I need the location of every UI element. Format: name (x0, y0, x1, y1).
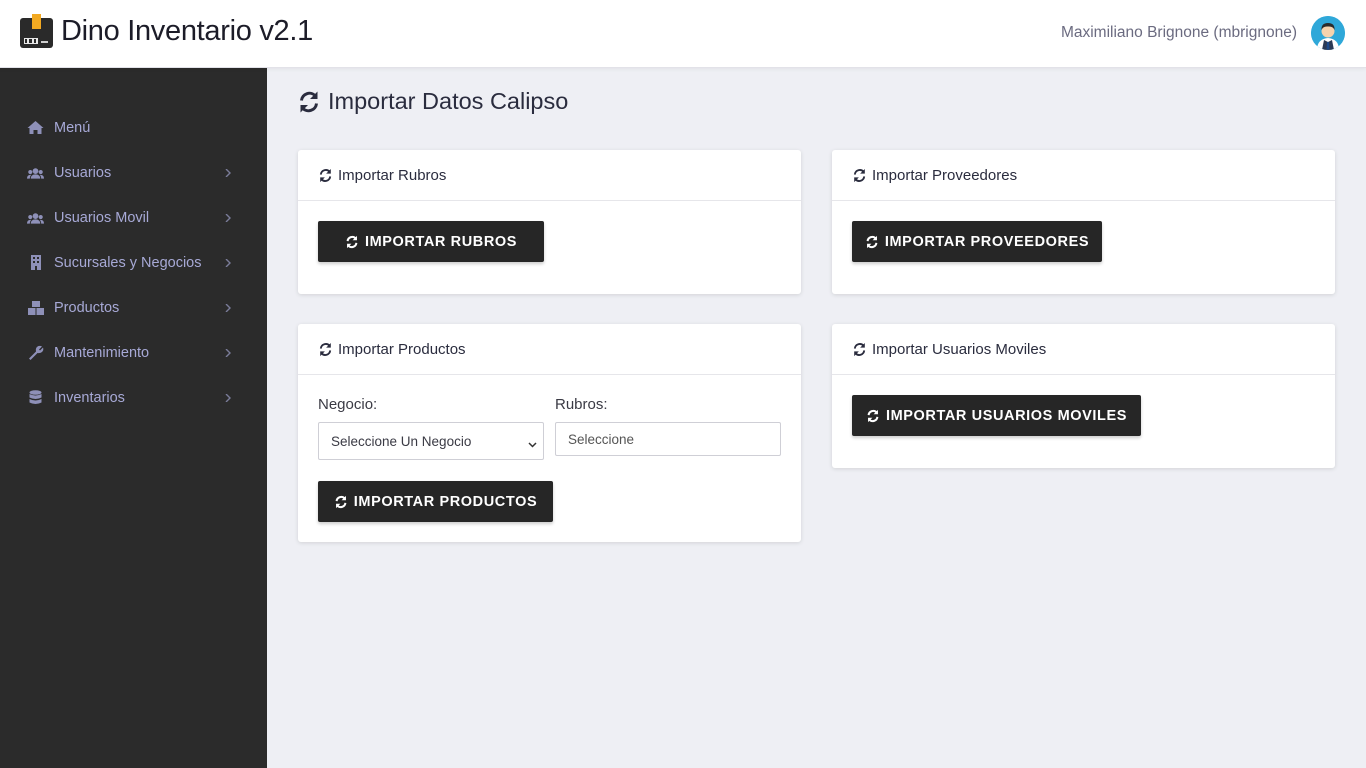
form-row: Negocio: Seleccione Un Negocio Rubros: S… (318, 396, 781, 460)
sidebar-item-label: Mantenimiento (54, 344, 150, 361)
sidebar-item-usuarios[interactable]: Usuarios (0, 150, 267, 195)
avatar[interactable] (1311, 16, 1345, 50)
sidebar-item-label: Sucursales y Negocios (54, 254, 202, 271)
users-icon (27, 209, 44, 226)
card-body: IMPORTAR RUBROS (298, 201, 801, 282)
rubros-label: Rubros: (555, 396, 608, 413)
sync-icon (346, 235, 358, 248)
sync-icon (319, 342, 332, 356)
sync-icon (866, 235, 878, 248)
sidebar-item-inventarios[interactable]: Inventarios (0, 375, 267, 420)
chevron-right-icon (225, 348, 233, 357)
sidebar-item-productos[interactable]: Productos (0, 285, 267, 330)
card-title: Importar Usuarios Moviles (872, 340, 1047, 358)
home-icon (27, 119, 44, 136)
sync-icon (319, 168, 332, 182)
button-label: IMPORTAR RUBROS (364, 233, 518, 250)
importar-productos-button[interactable]: IMPORTAR PRODUCTOS (318, 481, 553, 522)
sidebar-item-label: Productos (54, 299, 120, 316)
sync-icon (867, 409, 879, 422)
chevron-right-icon (225, 393, 233, 402)
card-body: Negocio: Seleccione Un Negocio Rubros: S… (298, 375, 801, 542)
card-importar-rubros: Importar Rubros IMPORTAR RUBROS (298, 150, 801, 294)
card-importar-proveedores: Importar Proveedores IMPORTAR PROVEEDORE… (832, 150, 1335, 294)
card-header: Importar Productos (298, 324, 801, 375)
card-body: IMPORTAR PROVEEDORES (832, 201, 1335, 282)
sidebar: Menú Usuarios Usuarios Movil Sucursales … (0, 68, 267, 768)
user-menu[interactable]: Maximiliano Brignone (mbrignone) (1061, 16, 1345, 50)
negocio-select-value: Seleccione Un Negocio (331, 433, 472, 449)
importar-usuarios-moviles-button[interactable]: IMPORTAR USUARIOS MOVILES (852, 395, 1141, 436)
rubros-group: Rubros: Seleccione (555, 396, 781, 460)
card-header: Importar Proveedores (832, 150, 1335, 201)
rubros-placeholder: Seleccione (568, 431, 635, 447)
sync-icon (300, 91, 318, 112)
user-name: Maximiliano Brignone (mbrignone) (1060, 24, 1297, 41)
importar-rubros-button[interactable]: IMPORTAR RUBROS (318, 221, 544, 262)
negocio-select[interactable]: Seleccione Un Negocio (318, 422, 544, 460)
sidebar-item-usuarios-movil[interactable]: Usuarios Movil (0, 195, 267, 240)
card-title: Importar Productos (338, 340, 466, 358)
button-label: IMPORTAR PRODUCTOS (353, 493, 538, 510)
app-title: Dino Inventario v2.1 (61, 15, 313, 47)
chevron-right-icon (225, 213, 233, 222)
rubros-select-input[interactable]: Seleccione (555, 422, 781, 456)
sidebar-item-label: Usuarios Movil (54, 209, 150, 226)
sidebar-menu: Menú Usuarios Usuarios Movil Sucursales … (0, 68, 267, 420)
card-title: Importar Rubros (338, 166, 447, 184)
card-importar-productos: Importar Productos Negocio: Seleccione U… (298, 324, 801, 542)
main-content: Importar Datos Calipso Importar Rubros I… (267, 68, 1366, 768)
top-header: Dino Inventario v2.1 Maximiliano Brignon… (0, 0, 1366, 68)
importar-proveedores-button[interactable]: IMPORTAR PROVEEDORES (852, 221, 1102, 262)
chevron-right-icon (225, 258, 233, 267)
sync-icon (853, 168, 866, 182)
sidebar-item-menu[interactable]: Menú (0, 105, 267, 150)
page-title: Importar Datos Calipso (297, 88, 568, 115)
card-header: Importar Rubros (298, 150, 801, 201)
card-title: Importar Proveedores (872, 166, 1018, 184)
sidebar-item-sucursales[interactable]: Sucursales y Negocios (0, 240, 267, 285)
app-logo-icon (20, 14, 53, 49)
button-label: IMPORTAR PROVEEDORES (884, 233, 1090, 250)
page-title-text: Importar Datos Calipso (328, 88, 569, 114)
wrench-icon (27, 344, 44, 361)
sync-icon (335, 495, 347, 508)
card-importar-usuarios-moviles: Importar Usuarios Moviles IMPORTAR USUAR… (832, 324, 1335, 468)
sidebar-item-label: Inventarios (54, 389, 125, 406)
sidebar-item-label: Usuarios (54, 164, 112, 181)
negocio-label: Negocio: (318, 396, 378, 413)
chevron-right-icon (225, 168, 233, 177)
card-body: IMPORTAR USUARIOS MOVILES (832, 375, 1335, 456)
chevron-right-icon (225, 303, 233, 312)
negocio-group: Negocio: Seleccione Un Negocio (318, 396, 544, 460)
sidebar-item-mantenimiento[interactable]: Mantenimiento (0, 330, 267, 375)
building-icon (27, 254, 44, 271)
database-icon (27, 389, 44, 406)
brand[interactable]: Dino Inventario v2.1 (20, 14, 313, 49)
sync-icon (853, 342, 866, 356)
button-label: IMPORTAR USUARIOS MOVILES (885, 407, 1128, 424)
card-header: Importar Usuarios Moviles (832, 324, 1335, 375)
chevron-down-icon (528, 436, 537, 451)
users-icon (27, 164, 44, 181)
boxes-icon (27, 299, 44, 316)
sidebar-item-label: Menú (54, 119, 91, 136)
